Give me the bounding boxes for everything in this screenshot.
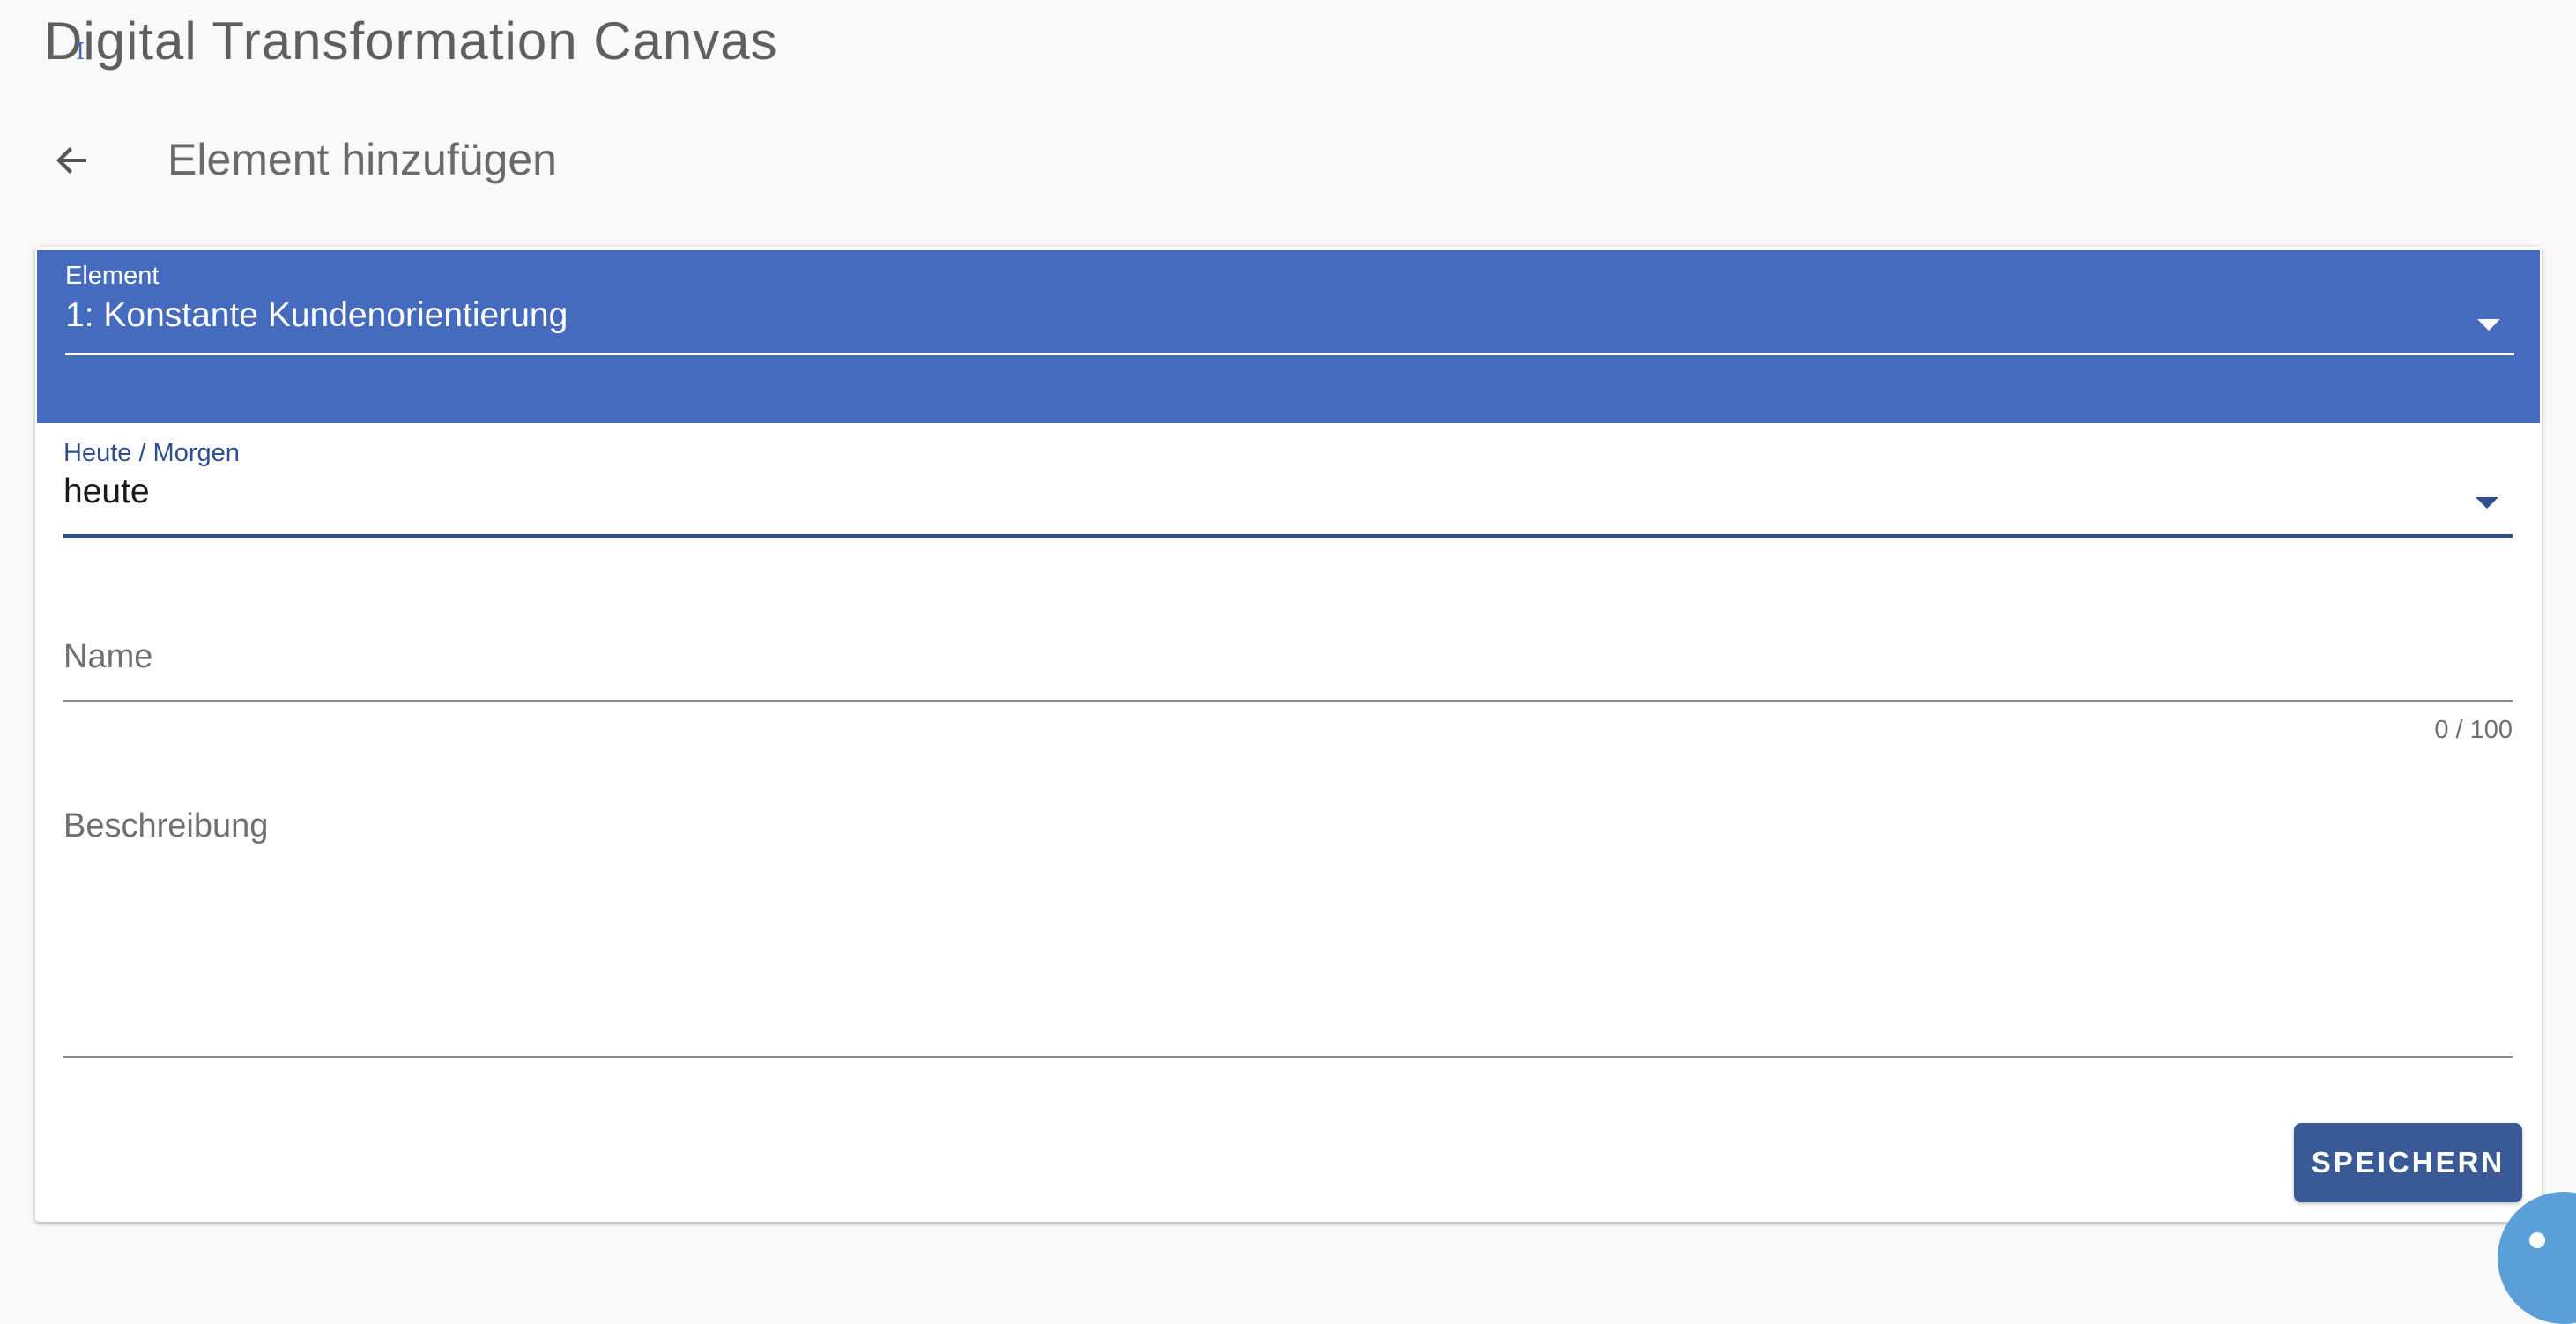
chevron-down-icon[interactable] <box>2477 319 2500 331</box>
timeframe-select-underline <box>63 534 2513 538</box>
description-field-underline <box>63 1056 2513 1058</box>
save-button[interactable]: SPEICHERN <box>2294 1123 2522 1202</box>
element-select-label: Element <box>65 262 160 290</box>
name-field[interactable]: Name 0 / 100 <box>63 635 2513 744</box>
arrow-left-icon <box>56 147 86 174</box>
info-icon <box>2529 1232 2545 1248</box>
timeframe-select-label: Heute / Morgen <box>63 439 240 467</box>
element-select-value: 1: Konstante Kundenorientierung <box>65 296 568 334</box>
app-title: Digital Transformation Canvas <box>44 11 778 71</box>
text-cursor-icon: I <box>76 39 85 65</box>
name-char-counter: 0 / 100 <box>2434 716 2513 744</box>
back-button[interactable] <box>42 130 102 190</box>
element-select-underline <box>65 353 2514 355</box>
name-field-placeholder: Name <box>63 638 153 675</box>
chevron-down-icon[interactable] <box>2476 497 2498 509</box>
element-select-container: Element 1: Konstante Kundenorientierung <box>37 250 2540 423</box>
description-field-placeholder: Beschreibung <box>63 807 269 844</box>
name-field-underline <box>63 700 2513 702</box>
timeframe-select[interactable]: Heute / Morgen heute <box>63 439 2513 538</box>
timeframe-select-value: heute <box>63 472 150 510</box>
element-select[interactable]: Element 1: Konstante Kundenorientierung <box>65 250 2514 356</box>
form-card: Element 1: Konstante Kundenorientierung … <box>35 247 2542 1222</box>
page-heading: Element hinzufügen <box>167 135 557 184</box>
description-field[interactable]: Beschreibung <box>63 807 2513 1063</box>
